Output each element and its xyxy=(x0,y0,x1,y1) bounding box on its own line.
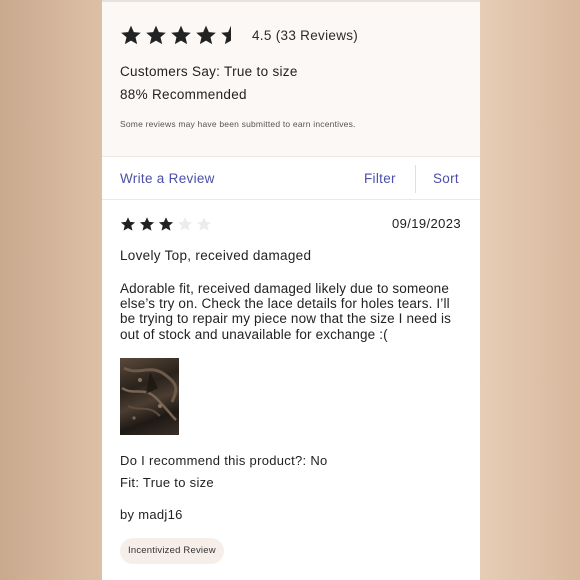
review-body: Adorable fit, received damaged likely du… xyxy=(120,281,452,342)
recommended-percent: 88% Recommended xyxy=(120,87,247,102)
rating-summary: 4.5 (33 Reviews) Customers Say: True to … xyxy=(102,0,480,156)
review-stars xyxy=(120,216,215,232)
star-icon xyxy=(171,25,191,45)
divider xyxy=(415,165,416,193)
empty-star-icon xyxy=(177,217,193,231)
filter-button[interactable]: Filter xyxy=(364,171,396,186)
recommend-answer: Do I recommend this product?: No xyxy=(120,453,328,468)
star-icon xyxy=(196,25,216,45)
incentive-disclaimer: Some reviews may have been submitted to … xyxy=(120,119,356,129)
customers-say: Customers Say: True to size xyxy=(120,64,298,79)
review-date: 09/19/2023 xyxy=(392,216,462,231)
star-icon xyxy=(121,25,141,45)
review-author: by madj16 xyxy=(120,507,183,522)
star-icon xyxy=(139,217,155,231)
rating-count: 4.5 (33 Reviews) xyxy=(252,28,359,43)
review-title: Lovely Top, received damaged xyxy=(120,248,312,263)
star-icon xyxy=(146,25,166,45)
background-left xyxy=(0,0,102,580)
write-review-link[interactable]: Write a Review xyxy=(120,171,215,186)
lace-fabric-image xyxy=(121,366,178,421)
reviews-panel: 4.5 (33 Reviews) Customers Say: True to … xyxy=(102,0,480,580)
sort-button[interactable]: Sort xyxy=(433,171,459,186)
review-actions-bar: Write a Review Filter Sort xyxy=(102,156,480,200)
summary-stars xyxy=(120,24,245,46)
empty-star-icon xyxy=(196,217,212,231)
star-icon xyxy=(158,217,174,231)
star-icon xyxy=(120,217,136,231)
half-star-icon xyxy=(221,25,231,45)
review-photo[interactable] xyxy=(120,358,179,435)
fit-answer: Fit: True to size xyxy=(120,475,214,490)
incentivized-badge: Incentivized Review xyxy=(120,538,224,564)
background-right xyxy=(480,0,580,580)
